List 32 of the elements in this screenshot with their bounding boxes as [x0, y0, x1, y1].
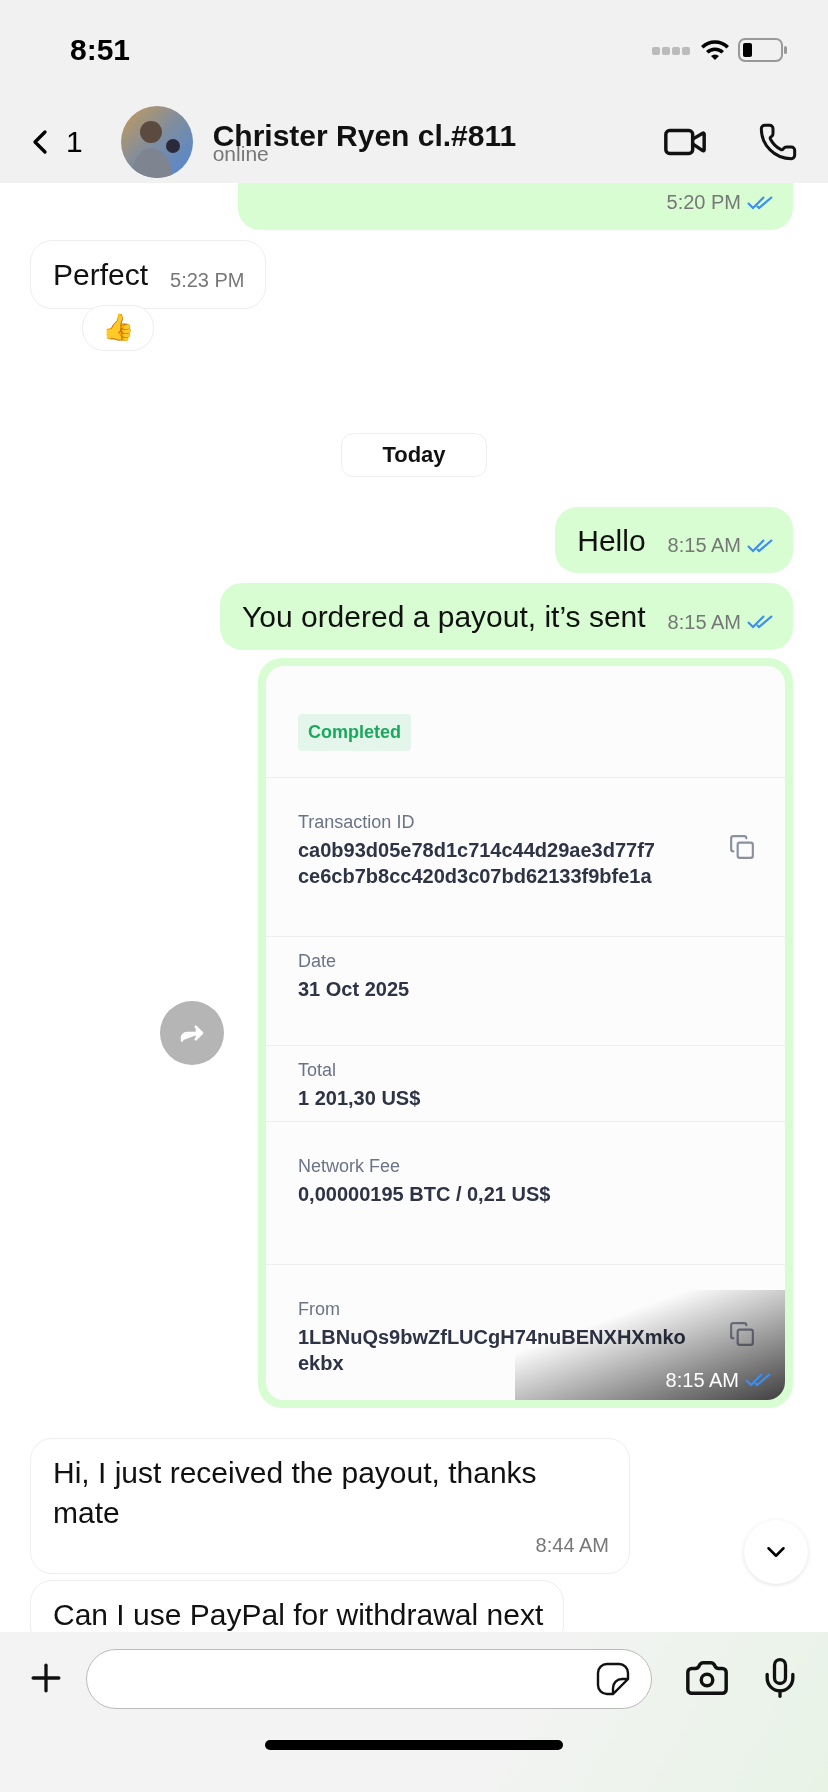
copy-icon	[729, 833, 755, 860]
copy-icon	[729, 1320, 755, 1347]
message-text: Perfect	[53, 257, 149, 293]
message-text: Hi, I just received the payout, thanks mate	[53, 1454, 538, 1531]
message-time: 8:44 AM	[535, 1533, 609, 1558]
field-label: Network Fee	[298, 1155, 401, 1177]
field-label: Transaction ID	[298, 811, 415, 833]
field-value: 31 Oct 2025	[298, 976, 410, 1002]
message-time: 5:23 PM	[170, 268, 245, 293]
field-value: ca0b93d05e78d1c714c44d29ae3d77f7 ce6cb7b8cc420d3c07bd62133f9bfe1a	[298, 837, 656, 889]
message-time: 8:15 AM	[667, 610, 773, 638]
wifi-icon	[700, 38, 730, 62]
field-value: 0,00000195 BTC / 0,21 US$	[298, 1181, 551, 1207]
field-label: Date	[298, 950, 337, 972]
message-time: 5:20 PM	[666, 191, 773, 218]
copy-button[interactable]	[729, 1320, 755, 1347]
message-time: 8:15 AM	[667, 534, 773, 561]
field-value: 1 201,30 US$	[298, 1085, 421, 1111]
date-separator: Today	[341, 432, 487, 477]
battery-icon	[738, 37, 788, 63]
message-text: Hello	[577, 522, 646, 559]
message-text: You ordered a payout, it’s sent	[242, 599, 646, 635]
sticker-icon[interactable]	[595, 1661, 631, 1697]
back-button[interactable]: 1	[20, 122, 83, 162]
copy-button[interactable]	[729, 833, 755, 860]
field-label: Total	[298, 1059, 337, 1081]
message-text: Can I use PayPal for withdrawal next	[53, 1596, 544, 1633]
field-label: From	[298, 1298, 340, 1320]
status-badge: Completed	[298, 713, 411, 751]
phone-icon	[758, 122, 798, 162]
signal-icon	[652, 45, 692, 55]
status-time: 8:51	[70, 33, 131, 67]
